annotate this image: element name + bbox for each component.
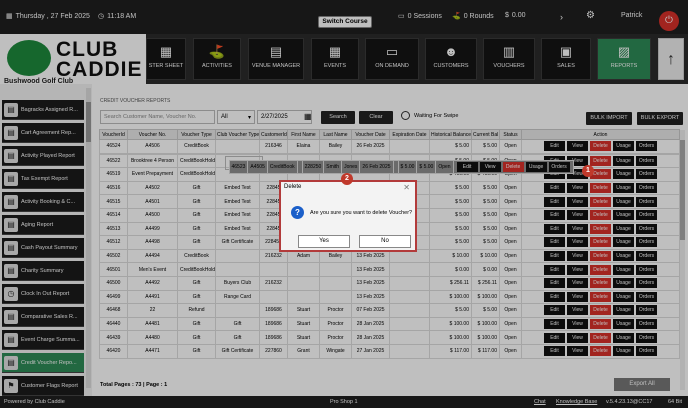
step-marker-2: 2 xyxy=(341,173,353,185)
question-icon: ? xyxy=(291,206,304,219)
dialog-title: Delete xyxy=(284,184,302,190)
close-icon[interactable]: ✕ xyxy=(403,183,410,192)
dialog-message: Are you sure you want to delete Voucher? xyxy=(310,210,413,216)
step-marker-1: 1 xyxy=(582,165,594,177)
delete-dialog: Delete ✕ ? Are you sure you want to dele… xyxy=(279,180,417,252)
yes-button[interactable]: Yes xyxy=(298,235,350,248)
no-button[interactable]: No xyxy=(359,235,411,248)
